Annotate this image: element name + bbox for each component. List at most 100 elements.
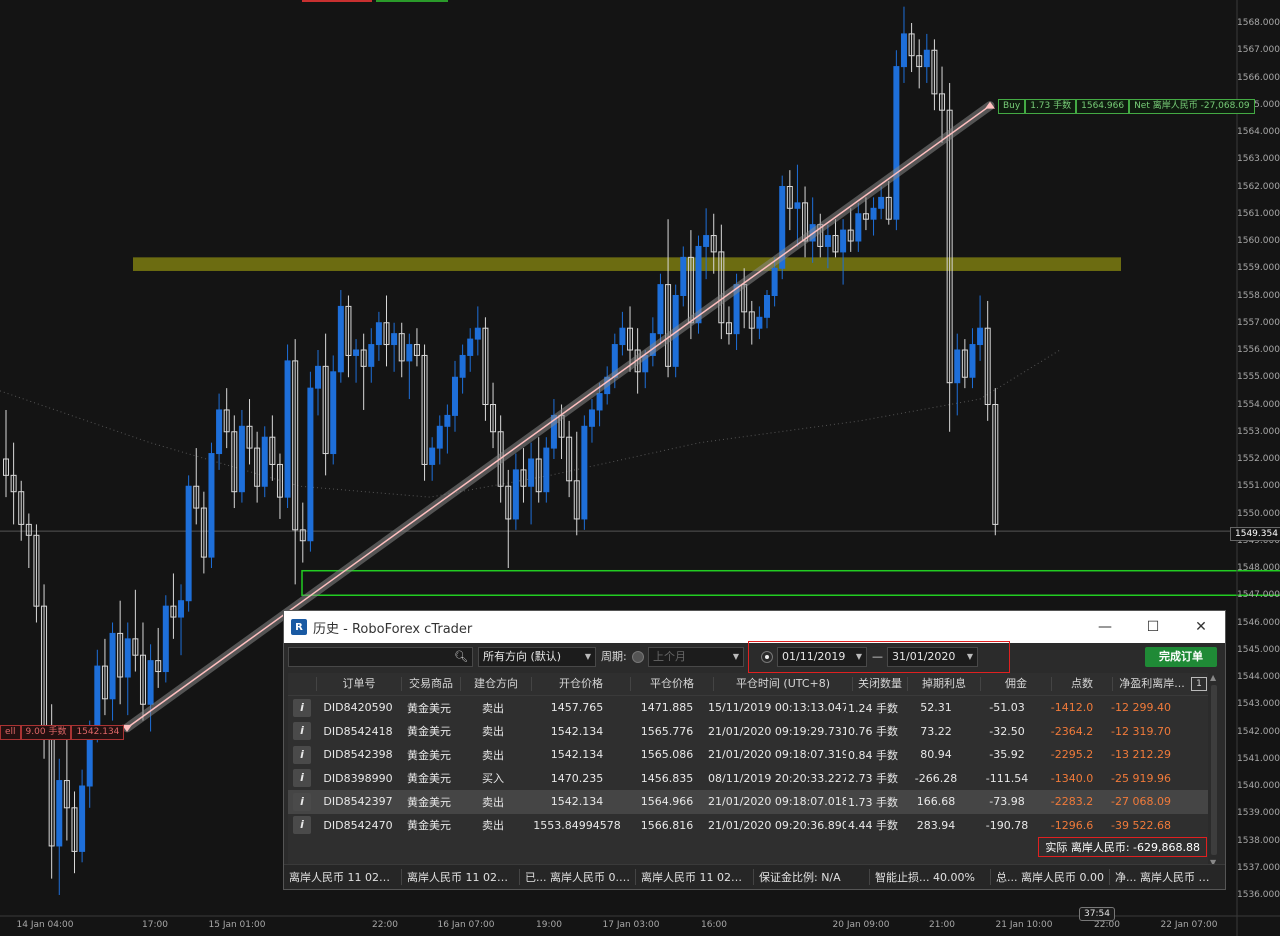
window-titlebar[interactable]: R 历史 - RoboForex cTrader — ☐ ✕ [284,611,1225,643]
cell-commission: -111.54 [985,771,1029,785]
column-header[interactable]: 关闭数量 [853,677,908,691]
history-toolbar: 🔍︎ 所有方向 (默认) ▼ 周期: 上个月 ▼ 01/11/2019 ▼ — … [288,641,1221,673]
completed-orders-button[interactable]: 完成订单 [1145,647,1217,667]
column-header[interactable]: 订单号 [317,677,402,691]
table-row[interactable]: i DID8542397 黄金美元 卖出 1542.134 1564.966 21/01/2… [288,790,1208,814]
candle-body [543,447,550,493]
column-header[interactable]: 平仓时间 (UTC+8) [714,677,853,691]
cell-swap: 52.31 [920,701,952,715]
cell-dir: 卖出 [482,701,504,715]
candle-body [619,327,626,346]
direction-select[interactable]: 所有方向 (默认) ▼ [478,647,596,667]
table-scrollbar[interactable]: ▲ ▼ [1208,673,1220,867]
table-row[interactable]: i DID8542398 黄金美元 卖出 1542.134 1565.086 21/01/2… [288,743,1208,767]
candle-body [284,360,291,498]
cell-swap: -266.28 [914,771,958,785]
candle-body [764,295,770,318]
info-icon[interactable]: i [293,792,311,811]
column-header[interactable]: 开仓价格 [532,677,631,691]
total-net-profit: 实际 离岸人民币: -629,868.88 [1038,837,1207,857]
table-row[interactable]: i DID8420590 黄金美元 卖出 1457.765 1471.885 15/11/2… [288,696,1208,720]
cell-commission: -51.03 [989,701,1025,715]
sell-position-tag[interactable]: ell 9.00 手数 1542.134 [0,725,125,740]
cell-net: -12 299.40 [1111,701,1171,715]
table-row[interactable]: i DID8542470 黄金美元 卖出 1553.84994578 1566.816 21… [288,814,1208,838]
maximize-button[interactable]: ☐ [1129,611,1177,643]
table-row[interactable]: i DID8542418 黄金美元 卖出 1542.134 1565.776 21/01/2… [288,720,1208,744]
status-margin-level: 保证金比例: N/A [754,869,870,885]
price-tick: 1558.000 [1237,290,1280,301]
account-status-bar: 离岸人民币 11 022.... 离岸人民币 11 022.... 已... 离… [284,864,1225,889]
cell-commission: -35.92 [989,748,1025,762]
sell-tag-price: 1542.134 [71,725,125,740]
cell-open: 1553.84994578 [533,818,621,832]
info-icon[interactable]: i [293,816,311,835]
scroll-up-arrow-icon[interactable]: ▲ [1210,673,1216,682]
price-tick: 1552.000 [1237,454,1280,464]
candle-body [893,66,900,220]
column-header[interactable]: 净盈利离岸... [1113,677,1191,691]
info-icon[interactable]: i [293,722,311,741]
candle-countdown: 37:54 [1079,907,1115,921]
cell-dir: 卖出 [482,795,504,809]
close-button[interactable]: ✕ [1177,611,1225,643]
time-tick: 20 Jan 09:00 [832,920,890,930]
status-smart-stop: 智能止损... 40.00% [870,869,991,885]
column-header[interactable]: 交易商品 [402,677,461,691]
cell-net: -27 068.09 [1111,795,1171,809]
buy-tag-side: Buy [998,99,1026,114]
cell-pips: -2364.2 [1050,724,1094,738]
minimize-button[interactable]: — [1081,611,1129,643]
cell-time: 15/11/2019 00:13:13.047 [708,701,846,715]
column-header[interactable]: 平仓价格 [631,677,714,691]
period-preset-select[interactable]: 上个月 ▼ [648,647,744,667]
table-row[interactable]: i DID8398990 黄金美元 买入 1470.235 1456.835 08/11/2… [288,767,1208,791]
search-input[interactable]: 🔍︎ [288,647,473,667]
column-header-info [288,677,317,691]
cell-close: 1565.086 [640,748,694,762]
direction-value: 所有方向 (默认) [483,650,562,663]
price-tick: 1545.000 [1237,644,1280,655]
candle-body [147,660,154,705]
candle-body [124,638,131,678]
column-count-badge[interactable]: 1 [1191,677,1207,691]
scrollbar-thumb[interactable] [1211,685,1217,855]
candle-body [581,425,588,520]
history-window[interactable]: R 历史 - RoboForex cTrader — ☐ ✕ 🔍︎ 所有方向 (… [283,610,1226,890]
info-icon[interactable]: i [293,745,311,764]
cell-close: 1456.835 [640,771,694,785]
info-icon[interactable]: i [293,769,311,788]
cell-id: DID8542470 [323,818,393,832]
status-net: 净... 离岸人民币 0.00 [1115,871,1216,884]
candle-body [756,316,763,329]
cell-id: DID8542398 [323,748,393,762]
candle-body [467,338,474,356]
buy-position-tag[interactable]: Buy 1.73 手数 1564.966 Net 离岸人民币 -27,068.0… [998,99,1255,114]
price-tick: 1541.000 [1237,753,1280,764]
cell-net: -25 919.96 [1111,771,1171,785]
column-header[interactable]: 佣金 [981,677,1052,691]
cell-id: DID8542397 [323,795,393,809]
row-info-cell: i [288,745,316,764]
price-tick: 1562.000 [1237,181,1280,192]
table-header: 订单号 交易商品 建仓方向 开仓价格 平仓价格 平仓时间 (UTC+8) 关闭数… [288,673,1208,696]
price-tick: 1559.000 [1237,263,1280,274]
info-icon[interactable]: i [293,698,311,717]
cell-time: 21/01/2020 09:19:29.731 [708,724,846,738]
cell-symbol: 黄金美元 [407,725,451,739]
cell-symbol: 黄金美元 [407,701,451,715]
candle-body [657,284,664,335]
date-range-highlight [748,641,1010,673]
cell-qty: 1.73 手数 [848,795,898,809]
period-preset-radio[interactable] [632,651,644,663]
column-header[interactable]: 点数 [1052,677,1113,691]
candle-body [900,33,907,68]
chevron-down-icon: ▼ [584,652,591,661]
status-balance: 离岸人民币 11 022.... [284,869,402,885]
column-header[interactable]: 建仓方向 [461,677,532,691]
candle-body [79,785,86,852]
column-header[interactable]: 掉期利息 [908,677,981,691]
chevron-down-icon: ▼ [732,652,739,661]
status-margin-used: 已... 离岸人民币 0.00 [520,869,636,885]
cell-open: 1542.134 [550,748,604,762]
